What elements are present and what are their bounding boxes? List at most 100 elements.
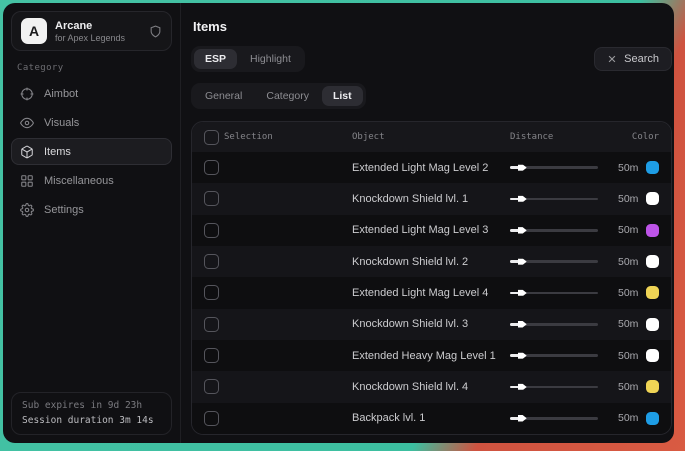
sidebar-item-label: Aimbot [44,88,78,100]
slider-thumb[interactable] [518,321,527,328]
slider-thumb[interactable] [518,290,527,297]
slider-track [510,292,598,295]
shield-badge-icon [149,25,162,38]
sidebar-item-settings[interactable]: Settings [11,196,172,223]
slider-track [510,229,598,232]
color-swatch[interactable] [646,161,659,174]
table-header: Selection Object Distance Color [192,122,671,152]
mode-tabs: ESP Highlight [191,46,305,72]
distance-value: 50m [606,256,646,268]
color-swatch[interactable] [646,192,659,205]
table-row: Knockdown Shield lvl. 4 50m [192,371,671,402]
eye-icon [20,116,34,130]
session-duration-text: Session duration 3m 14s [22,415,161,426]
slider-thumb[interactable] [518,384,527,391]
page-title: Items [193,19,672,34]
slider-thumb[interactable] [518,352,527,359]
object-name: Knockdown Shield lvl. 4 [352,381,510,393]
app-logo: A [21,18,47,44]
distance-slider[interactable] [510,161,598,175]
row-checkbox[interactable] [204,254,219,269]
table-row: Extended Heavy Mag Level 1 50m [192,340,671,371]
row-checkbox[interactable] [204,160,219,175]
table-row: Knockdown Shield lvl. 3 50m [192,309,671,340]
gear-icon [20,203,34,217]
table-row: Extended Light Mag Level 2 50m [192,152,671,183]
main-panel: Items ESP Highlight Search General Categ… [181,3,674,443]
distance-value: 50m [606,193,646,205]
distance-slider[interactable] [510,286,598,300]
row-checkbox[interactable] [204,285,219,300]
object-name: Knockdown Shield lvl. 1 [352,193,510,205]
distance-value: 50m [606,412,646,424]
table-row: Knockdown Shield lvl. 1 50m [192,183,671,214]
distance-slider[interactable] [510,411,598,425]
distance-slider[interactable] [510,380,598,394]
object-name: Extended Heavy Mag Level 1 [352,350,510,362]
slider-thumb[interactable] [518,196,527,203]
slider-thumb[interactable] [518,227,527,234]
row-checkbox[interactable] [204,348,219,363]
column-header-color: Color [632,132,659,142]
sidebar-item-aimbot[interactable]: Aimbot [11,80,172,107]
items-table: Selection Object Distance Color Extended… [191,121,672,435]
session-info-box: Sub expires in 9d 23h Session duration 3… [11,392,172,435]
distance-value: 50m [606,224,646,236]
app-subtitle: for Apex Legends [55,33,125,43]
search-button[interactable]: Search [594,47,672,71]
row-checkbox[interactable] [204,411,219,426]
distance-value: 50m [606,287,646,299]
app-window: A Arcane for Apex Legends Category Aimbo… [3,3,674,443]
slider-track [510,260,598,263]
color-swatch[interactable] [646,286,659,299]
sidebar-item-miscellaneous[interactable]: Miscellaneous [11,167,172,194]
distance-slider[interactable] [510,223,598,237]
distance-slider[interactable] [510,317,598,331]
slider-track [510,417,598,420]
sidebar-item-items[interactable]: Items [11,138,172,165]
tab-category[interactable]: Category [255,86,320,106]
tab-list[interactable]: List [322,86,363,106]
slider-thumb[interactable] [518,415,527,422]
search-x-icon [607,54,617,64]
color-swatch[interactable] [646,349,659,362]
tab-general[interactable]: General [194,86,253,106]
distance-slider[interactable] [510,349,598,363]
distance-value: 50m [606,318,646,330]
slider-track [510,354,598,357]
object-name: Extended Light Mag Level 4 [352,287,510,299]
slider-track [510,198,598,201]
sidebar-item-label: Miscellaneous [44,175,114,187]
color-swatch[interactable] [646,318,659,331]
color-swatch[interactable] [646,380,659,393]
game-backdrop: A Arcane for Apex Legends Category Aimbo… [0,0,685,451]
object-name: Knockdown Shield lvl. 2 [352,256,510,268]
row-checkbox[interactable] [204,223,219,238]
table-row: Extended Light Mag Level 4 50m [192,277,671,308]
slider-track [510,323,598,326]
slider-thumb[interactable] [518,164,527,171]
color-swatch[interactable] [646,224,659,237]
table-row: Knockdown Shield lvl. 2 50m [192,246,671,277]
distance-value: 50m [606,350,646,362]
tab-highlight[interactable]: Highlight [239,49,302,69]
column-header-distance: Distance [510,132,606,142]
object-name: Extended Light Mag Level 2 [352,162,510,174]
row-checkbox[interactable] [204,379,219,394]
table-row: Backpack lvl. 1 50m [192,403,671,434]
row-checkbox[interactable] [204,191,219,206]
distance-value: 50m [606,162,646,174]
distance-slider[interactable] [510,255,598,269]
distance-slider[interactable] [510,192,598,206]
slider-thumb[interactable] [518,258,527,265]
column-header-object: Object [352,132,510,142]
tab-esp[interactable]: ESP [194,49,237,69]
column-header-selection: Selection [224,132,352,142]
row-checkbox[interactable] [204,317,219,332]
sidebar-item-label: Visuals [44,117,79,129]
object-name: Backpack lvl. 1 [352,412,510,424]
select-all-checkbox[interactable] [204,130,219,145]
sidebar-item-visuals[interactable]: Visuals [11,109,172,136]
color-swatch[interactable] [646,255,659,268]
color-swatch[interactable] [646,412,659,425]
